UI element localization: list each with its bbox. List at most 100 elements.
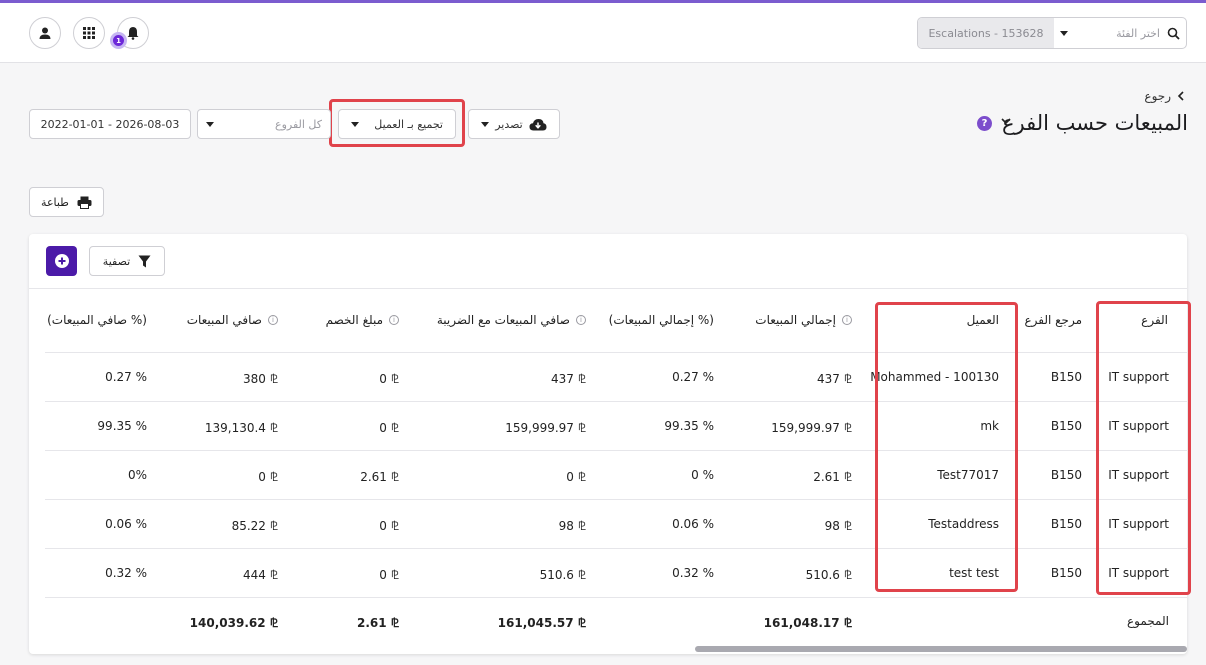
cell-total-sales: 437 ⅊	[817, 372, 852, 386]
cell-total-sales: 98 ⅊	[824, 519, 852, 533]
cell-net-sales: 0 ⅊	[258, 470, 278, 484]
cell-branch-ref: B150	[1050, 370, 1082, 384]
top-bar: Escalations - 153628 اختر الفئة	[0, 3, 1206, 63]
notification-count-badge: 1	[110, 32, 127, 49]
cell-net-sales: 139,130.4 ⅊	[204, 421, 278, 435]
cell-branch-ref: B150	[1050, 419, 1082, 433]
cell-net-sales-tax: 437 ⅊	[551, 372, 586, 386]
chevron-down-icon[interactable]	[1054, 30, 1074, 36]
cell-net-sales: 85.22 ⅊	[231, 519, 278, 533]
cell-net-sales-pct: 99.35 %	[97, 419, 147, 433]
row-divider	[45, 548, 1187, 549]
date-range-value: 2022-01-01 - 2026-08-03	[40, 117, 180, 131]
bell-icon	[127, 27, 139, 40]
print-label: طباعة	[41, 195, 69, 209]
cell-branch-ref: B150	[1050, 468, 1082, 482]
cell-net-sales: 380 ⅊	[243, 372, 278, 386]
row-divider	[45, 597, 1187, 598]
cell-net-sales-pct: 0.27 %	[105, 370, 147, 384]
column-header-branch-ref[interactable]: مرجع الفرع	[1024, 313, 1082, 327]
export-label: تصدير	[495, 117, 523, 131]
filter-icon	[138, 255, 151, 267]
row-divider	[45, 450, 1187, 451]
cell-branch: IT support	[1108, 468, 1169, 482]
column-header-net-sales[interactable]: صافي المبيعات i	[187, 313, 278, 327]
chevron-down-icon[interactable]	[1001, 118, 1011, 125]
filter-button[interactable]: تصفية	[89, 246, 165, 276]
user-icon	[39, 27, 51, 39]
apps-button[interactable]	[73, 17, 105, 49]
date-range-input[interactable]: 2022-01-01 - 2026-08-03	[29, 109, 191, 139]
cell-discount: 0 ⅊	[379, 372, 399, 386]
cell-total-sales-pct: 0.06 %	[672, 517, 714, 531]
row-divider	[45, 499, 1187, 500]
column-header-discount[interactable]: مبلغ الخصم i	[326, 313, 399, 327]
column-header-net-sales-tax[interactable]: صافي المبيعات مع الضريبة i	[437, 313, 586, 327]
category-select[interactable]: Escalations - 153628 اختر الفئة	[917, 17, 1187, 49]
chevron-down-icon	[481, 121, 489, 127]
info-icon: i	[842, 315, 852, 325]
chevron-left-icon	[1177, 91, 1184, 101]
horizontal-scrollbar[interactable]	[695, 646, 1187, 652]
cell-net-sales-tax: 98 ⅊	[558, 519, 586, 533]
search-icon[interactable]	[1160, 27, 1186, 40]
add-button[interactable]	[46, 246, 77, 276]
cell-net-sales-tax: 159,999.97 ⅊	[505, 421, 586, 435]
user-profile-button[interactable]	[29, 17, 61, 49]
cell-total-sales: 2.61 ⅊	[813, 470, 852, 484]
cell-net-sales-pct: 0.06 %	[105, 517, 147, 531]
cell-branch-ref: B150	[1050, 566, 1082, 580]
print-button[interactable]: طباعة	[29, 187, 104, 217]
group-by-select[interactable]: تجميع بـ العميل	[338, 109, 456, 139]
branches-placeholder: كل الفروع	[275, 117, 322, 131]
row-divider	[45, 352, 1187, 353]
category-placeholder: اختر الفئة	[1116, 26, 1160, 40]
cell-total-sales-pct: 0 %	[691, 468, 714, 482]
cell-discount: 0 ⅊	[379, 519, 399, 533]
print-icon	[77, 196, 92, 209]
cell-net-sales-pct: 0.32 %	[105, 566, 147, 580]
net-sales-sum: 140,039.62 ⅊	[189, 616, 278, 630]
cell-discount: 0 ⅊	[379, 568, 399, 582]
cell-discount: 0 ⅊	[379, 421, 399, 435]
cell-branch-ref: B150	[1050, 517, 1082, 531]
export-button[interactable]: تصدير	[468, 109, 560, 139]
apps-grid-icon	[83, 27, 95, 39]
panel-toolbar: تصفية	[29, 234, 1187, 289]
group-by-label: تجميع بـ العميل	[374, 117, 443, 131]
chevron-down-icon	[351, 121, 359, 127]
cell-branch: IT support	[1108, 566, 1169, 580]
cell-branch: IT support	[1108, 517, 1169, 531]
column-header-customer[interactable]: العميل	[967, 313, 999, 327]
cell-total-sales-pct: 0.27 %	[672, 370, 714, 384]
info-icon: i	[389, 315, 399, 325]
plus-circle-icon	[54, 254, 69, 268]
total-sales-sum: 161,048.17 ⅊	[763, 616, 852, 630]
chevron-down-icon	[206, 121, 214, 127]
back-link[interactable]: رجوع	[1144, 89, 1184, 103]
cell-total-sales: 159,999.97 ⅊	[771, 421, 852, 435]
totals-label: المجموع	[1127, 614, 1169, 628]
column-header-branch[interactable]: الفرع	[1141, 313, 1168, 327]
cell-branch: IT support	[1108, 419, 1169, 433]
report-panel: تصفية	[29, 234, 1187, 654]
discount-sum: 2.61 ⅊	[356, 616, 399, 630]
cell-customer: mk	[980, 419, 999, 433]
cell-total-sales-pct: 99.35 %	[664, 419, 714, 433]
info-icon: i	[576, 315, 586, 325]
row-divider	[45, 401, 1187, 402]
column-header-net-sales-pct[interactable]: (صافي المبيعات %)	[47, 313, 147, 327]
page-title: المبيعات حسب الفرع	[1001, 111, 1188, 135]
info-icon: i	[268, 315, 278, 325]
cell-total-sales-pct: 0.32 %	[672, 566, 714, 580]
column-header-total-sales-pct[interactable]: (إجمالي المبيعات %)	[609, 313, 714, 327]
cloud-download-icon	[529, 118, 547, 130]
net-sales-tax-sum: 161,045.57 ⅊	[497, 616, 586, 630]
help-icon[interactable]: ?	[977, 116, 992, 131]
cell-customer: Testaddress	[928, 517, 999, 531]
cell-customer: Test77017	[937, 468, 999, 482]
column-header-total-sales[interactable]: إجمالي المبيعات i	[755, 313, 852, 327]
cell-customer: test test	[949, 566, 999, 580]
branches-select[interactable]: كل الفروع	[197, 109, 331, 139]
cell-net-sales-tax: 510.6 ⅊	[539, 568, 586, 582]
